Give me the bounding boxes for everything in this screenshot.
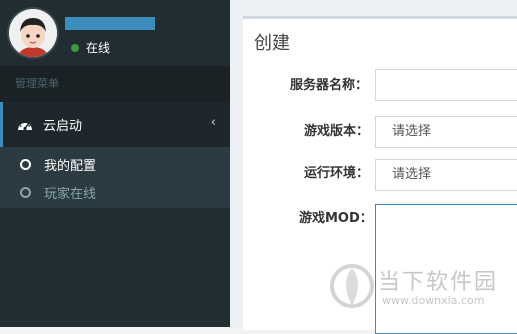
game-version-label: 游戏版本： bbox=[304, 124, 370, 139]
chevron-left-icon[interactable]: ‹ bbox=[211, 115, 216, 130]
game-version-select[interactable]: 请选择 bbox=[375, 116, 517, 148]
server-name-input[interactable] bbox=[375, 69, 517, 101]
menu-header: 管理菜单 bbox=[0, 66, 230, 102]
circle-icon bbox=[20, 158, 31, 170]
main-content: 创建 服务器名称： 游戏版本： 请选择 运行环境： 请选择 游戏MOD： bbox=[230, 0, 517, 334]
create-form-box: 创建 服务器名称： 游戏版本： 请选择 运行环境： 请选择 游戏MOD： bbox=[243, 16, 517, 334]
game-mod-textarea[interactable] bbox=[375, 204, 517, 334]
form-title: 创建 bbox=[254, 33, 290, 54]
user-panel: 在线 bbox=[0, 0, 230, 66]
online-status-dot bbox=[71, 43, 79, 52]
runtime-env-select[interactable]: 请选择 bbox=[375, 159, 517, 191]
submenu-item-label: 我的配置 bbox=[44, 158, 97, 174]
submenu-item-label: 玩家在线 bbox=[44, 186, 97, 202]
avatar-image bbox=[9, 9, 57, 57]
server-name-label: 服务器名称： bbox=[290, 78, 369, 93]
submenu: 我的配置 玩家在线 bbox=[0, 147, 230, 208]
avatar[interactable] bbox=[9, 9, 57, 57]
user-status: 在线 bbox=[71, 39, 110, 56]
submenu-item-players-online[interactable]: 玩家在线 bbox=[0, 178, 230, 206]
dashboard-icon bbox=[17, 118, 33, 132]
circle-icon bbox=[20, 186, 31, 198]
submenu-item-my-config[interactable]: 我的配置 bbox=[0, 150, 230, 178]
sidebar-item-label: 云启动 bbox=[43, 119, 83, 134]
game-mod-label: 游戏MOD： bbox=[299, 211, 373, 226]
status-label: 在线 bbox=[86, 41, 111, 55]
username-bar bbox=[65, 17, 155, 30]
runtime-env-label: 运行环境： bbox=[304, 166, 370, 181]
sidebar: 在线 管理菜单 云启动 ‹ 我的配置 玩家在线 bbox=[0, 0, 230, 327]
sidebar-item-cloud-start[interactable]: 云启动 ‹ bbox=[0, 102, 230, 147]
